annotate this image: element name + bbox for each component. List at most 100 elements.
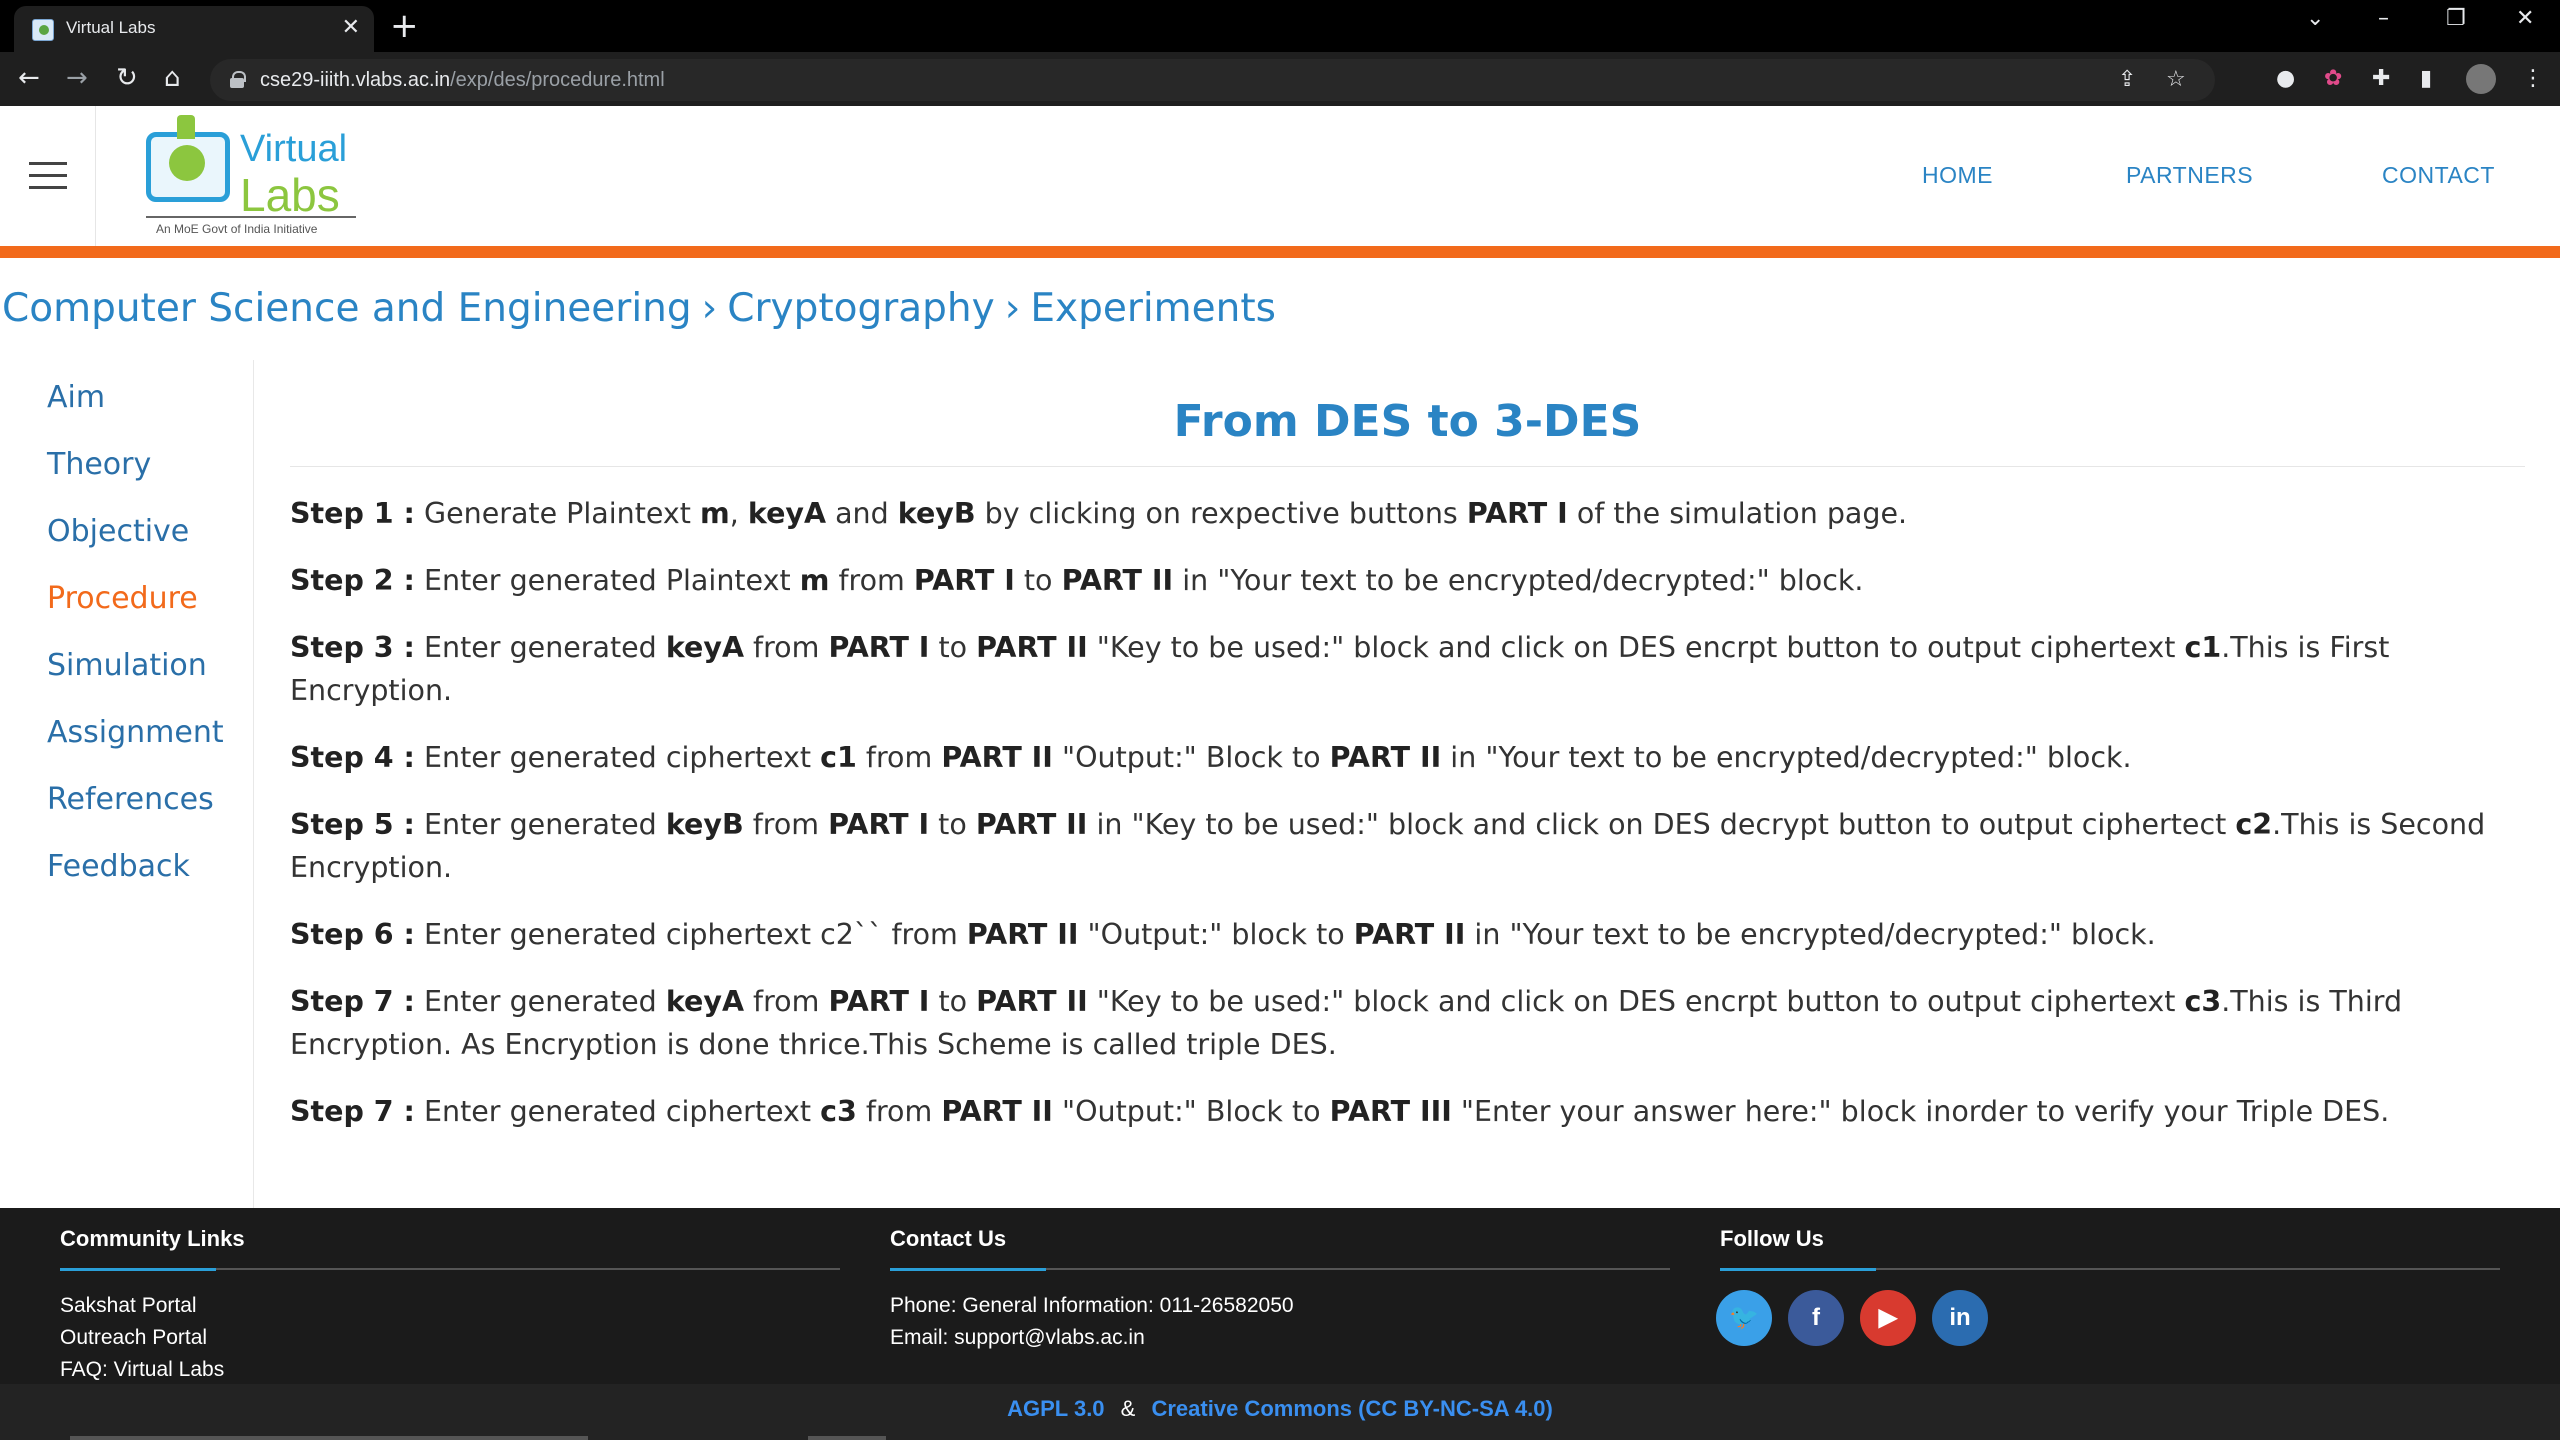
sidebar-item-aim[interactable]: Aim [47, 380, 105, 415]
creative-commons-link[interactable]: Creative Commons (CC BY-NC-SA 4.0) [1151, 1396, 1552, 1421]
color-extension-icon[interactable]: ✿ [2324, 66, 2342, 92]
logo-divider [146, 216, 356, 218]
step-text: in "Key to be used:" block and click on … [1087, 808, 2236, 841]
footer-follow: Follow Us [1720, 1226, 2500, 1271]
youtube-icon[interactable]: ▶ [1860, 1290, 1916, 1346]
footer-link-sakshat[interactable]: Sakshat Portal [60, 1290, 840, 1322]
new-tab-icon[interactable]: + [390, 8, 419, 44]
procedure-step: Step 4 : Enter generated ciphertext c1 f… [290, 736, 2530, 779]
step-text: to [929, 631, 977, 664]
sidebar-item-feedback[interactable]: Feedback [47, 849, 190, 884]
minimize-icon[interactable]: – [2378, 6, 2389, 31]
menu-kebab-icon[interactable]: ⋮ [2522, 66, 2544, 92]
header-accent-bar [0, 246, 2560, 258]
bookmark-star-icon[interactable]: ☆ [2166, 67, 2186, 93]
hamburger-menu-icon[interactable] [0, 106, 96, 246]
step-text: from [744, 631, 829, 664]
logo-labs-text: Labs [240, 169, 340, 221]
extension-icon[interactable]: ● [2276, 66, 2295, 92]
step-text: "Output:" block to [1078, 918, 1354, 951]
home-icon[interactable]: ⌂ [164, 62, 181, 94]
step-text: "Key to be used:" block and click on DES… [1087, 631, 2185, 664]
breadcrumb-cryptography[interactable]: Cryptography [727, 286, 995, 331]
step-emphasis: keyB [665, 808, 744, 841]
breadcrumb-chevron-icon: › [1004, 286, 1021, 331]
step-text: from [744, 985, 829, 1018]
step-text: Enter generated [414, 985, 666, 1018]
address-bar[interactable]: cse29-iiith.vlabs.ac.in/exp/des/procedur… [210, 59, 2215, 101]
browser-tab[interactable]: Virtual Labs ✕ [14, 6, 374, 52]
nav-partners[interactable]: PARTNERS [2126, 162, 2253, 189]
close-tab-icon[interactable]: ✕ [342, 16, 360, 40]
step-emphasis: PART I [913, 564, 1015, 597]
side-panel-icon[interactable]: ▮ [2420, 66, 2432, 92]
twitter-icon[interactable]: 🐦 [1716, 1290, 1772, 1346]
sidebar-item-theory[interactable]: Theory [47, 447, 151, 482]
step-emphasis: Step 6 : [290, 918, 415, 951]
procedure-step: Step 5 : Enter generated keyB from PART … [290, 803, 2530, 889]
back-icon[interactable]: ← [18, 62, 40, 94]
close-window-icon[interactable]: ✕ [2516, 6, 2534, 31]
profile-avatar[interactable] [2466, 64, 2496, 94]
footer-community-links: Community Links Sakshat Portal Outreach … [60, 1226, 840, 1386]
sidebar-item-references[interactable]: References [47, 782, 214, 817]
step-text: Enter generated Plaintext [414, 564, 800, 597]
sidebar-item-simulation[interactable]: Simulation [47, 648, 207, 683]
linkedin-icon[interactable]: in [1932, 1290, 1988, 1346]
step-emphasis: c1 [2184, 631, 2222, 664]
license-text: AGPL 3.0 & Creative Commons (CC BY-NC-SA… [0, 1396, 2560, 1422]
sidebar-item-objective[interactable]: Objective [47, 514, 189, 549]
step-text: from [856, 741, 942, 774]
agpl-link[interactable]: AGPL 3.0 [1007, 1396, 1104, 1421]
restore-icon[interactable]: ❐ [2446, 6, 2466, 31]
nav-contact[interactable]: CONTACT [2382, 162, 2495, 189]
step-text: "Enter your answer here:" block inorder … [1451, 1095, 2390, 1128]
step-text: Enter generated ciphertext [414, 1095, 821, 1128]
step-text: from [743, 808, 829, 841]
step-emphasis: keyB [897, 497, 976, 530]
step-text: to [929, 985, 977, 1018]
site-header: Virtual Labs An MoE Govt of India Initia… [0, 106, 2560, 246]
forward-icon[interactable]: → [66, 62, 88, 94]
footer: Community Links Sakshat Portal Outreach … [0, 1208, 2560, 1384]
step-emphasis: keyA [665, 631, 744, 664]
facebook-icon[interactable]: f [1788, 1290, 1844, 1346]
footer-divider [60, 1268, 840, 1271]
breadcrumb-cse[interactable]: Computer Science and Engineering [2, 286, 692, 331]
step-emphasis: PART II [941, 1095, 1053, 1128]
breadcrumb-experiments[interactable]: Experiments [1030, 286, 1276, 331]
step-emphasis: PART II [975, 808, 1088, 841]
favicon-icon [32, 19, 54, 41]
license-bar: AGPL 3.0 & Creative Commons (CC BY-NC-SA… [0, 1384, 2560, 1440]
step-text: to [1014, 564, 1062, 597]
procedure-step: Step 7 : Enter generated ciphertext c3 f… [290, 1090, 2530, 1133]
browser-tabstrip: Virtual Labs ✕ + ⌄ – ❐ ✕ [0, 0, 2560, 52]
footer-email[interactable]: Email: support@vlabs.ac.in [890, 1322, 1670, 1354]
tab-search-icon[interactable]: ⌄ [2306, 6, 2324, 31]
sidebar-item-procedure[interactable]: Procedure [47, 581, 198, 616]
reload-icon[interactable]: ↻ [116, 62, 138, 94]
procedure-step: Step 2 : Enter generated Plaintext m fro… [290, 559, 2530, 602]
share-icon[interactable]: ⇪ [2118, 67, 2136, 93]
footer-divider [1720, 1268, 2500, 1271]
nav-home[interactable]: HOME [1922, 162, 1993, 189]
sidebar-item-assignment[interactable]: Assignment [47, 715, 224, 750]
footer-contact: Contact Us Phone: General Information: 0… [890, 1226, 1670, 1354]
url-text: cse29-iiith.vlabs.ac.in/exp/des/procedur… [260, 69, 665, 91]
footer-link-outreach[interactable]: Outreach Portal [60, 1322, 840, 1354]
step-emphasis: Step 1 : [290, 497, 415, 530]
title-divider [290, 466, 2525, 467]
procedure-step: Step 6 : Enter generated ciphertext c2``… [290, 913, 2530, 956]
step-emphasis: PART I [1466, 497, 1568, 530]
procedure-step: Step 1 : Generate Plaintext m, keyA and … [290, 492, 2530, 535]
virtual-labs-logo[interactable]: Virtual Labs An MoE Govt of India Initia… [140, 115, 360, 240]
step-emphasis: PART II [976, 631, 1088, 664]
step-text: "Output:" Block to [1052, 741, 1330, 774]
step-text: Enter generated [414, 808, 666, 841]
lock-icon [230, 71, 246, 88]
step-text: Generate Plaintext [414, 497, 701, 530]
footer-link-faq[interactable]: FAQ: Virtual Labs [60, 1354, 840, 1386]
breadcrumb: Computer Science and Engineering › Cryptog… [2, 286, 1276, 331]
extensions-puzzle-icon[interactable]: ✚ [2372, 66, 2390, 92]
step-emphasis: c3 [820, 1095, 857, 1128]
